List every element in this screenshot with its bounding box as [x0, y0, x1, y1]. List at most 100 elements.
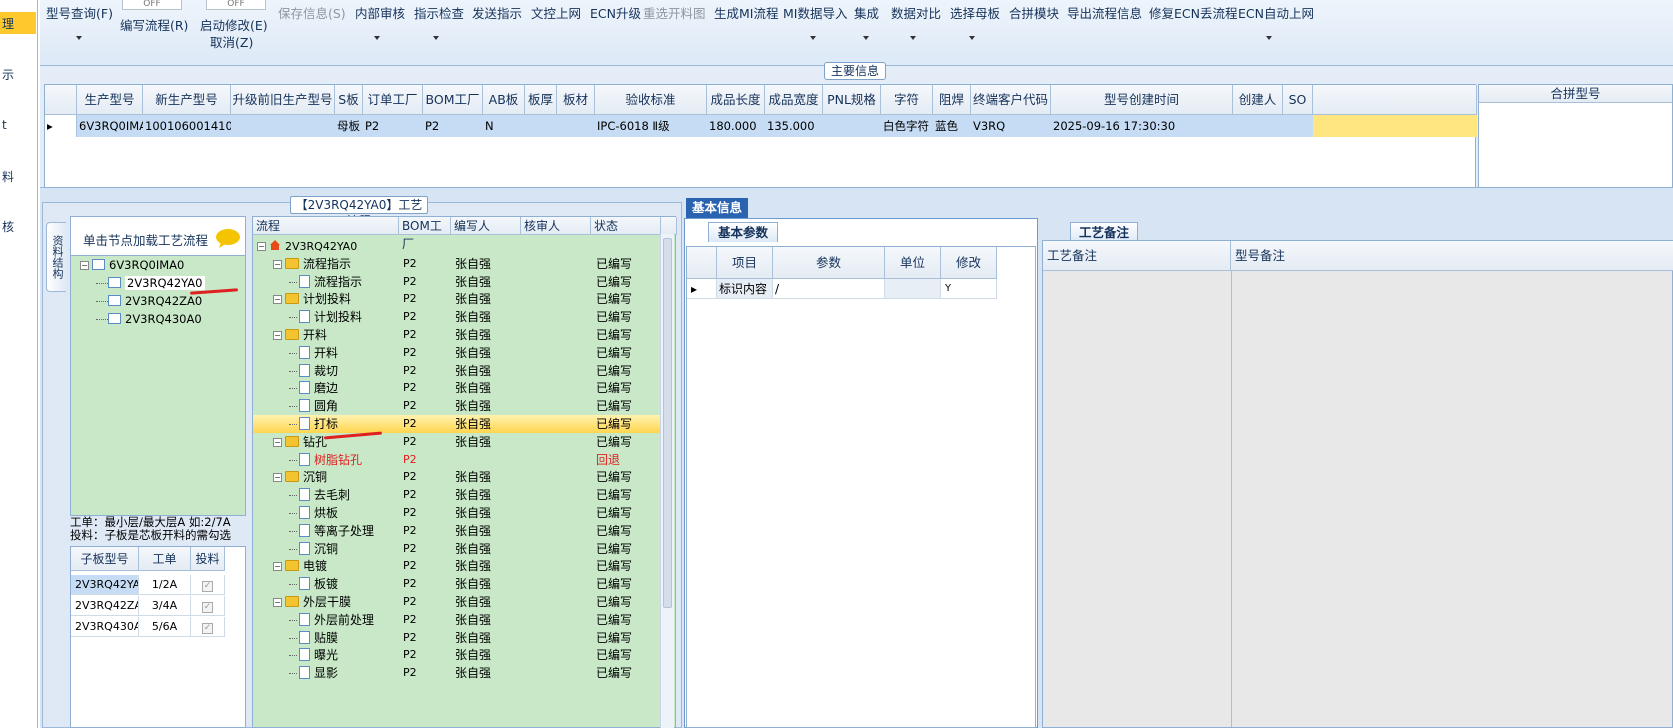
flow-row[interactable]: 烘板 P2 张自强 已编写 [253, 504, 661, 522]
flow-row[interactable]: 磨边 P2 张自强 已编写 [253, 379, 661, 397]
flow-row[interactable]: 计划投料 P2 张自强 已编写 [253, 308, 661, 326]
col-sub-model[interactable]: 子板型号 [71, 547, 139, 571]
flow-name-cell[interactable]: 裁切 [289, 362, 399, 380]
tree-node[interactable]: − 6V3RQ0IMA0 [80, 257, 184, 273]
flow-row[interactable]: 流程指示 P2 张自强 已编写 [253, 273, 661, 291]
col-16[interactable]: 终端客户代码 [971, 85, 1051, 115]
left-nav-item[interactable]: 理 [2, 15, 14, 32]
tree-node[interactable]: 2V3RQ42ZA0 [96, 293, 202, 309]
col-5[interactable]: 订单工厂 [363, 85, 423, 115]
flow-name-cell[interactable]: 显影 [289, 664, 399, 682]
flow-name-cell[interactable]: − 沉铜 [273, 468, 399, 486]
write-flow-button[interactable]: 编写流程(R) [120, 15, 188, 34]
col-7[interactable]: AB板 [483, 85, 525, 115]
toggle-start-edit[interactable]: OFF [206, 0, 266, 10]
left-nav-item[interactable]: 示 [2, 66, 14, 83]
sub-feed-cell[interactable]: ✓ [191, 575, 225, 595]
chevron-down-icon[interactable] [810, 36, 816, 40]
flow-name-cell[interactable]: 开料 [289, 344, 399, 362]
mi-data-import-button[interactable]: MI数据导入 [783, 3, 847, 22]
flow-row[interactable]: 沉铜 P2 张自强 已编写 [253, 540, 661, 558]
col-writer[interactable]: 编写人 [451, 217, 521, 235]
flow-name-cell[interactable]: − 外层干膜 [273, 593, 399, 611]
col-unit[interactable]: 单位 [885, 247, 941, 279]
merge-module-button[interactable]: 合拼模块 [1009, 3, 1059, 22]
flow-name-cell[interactable]: − 计划投料 [273, 290, 399, 308]
generate-mi-flow-button[interactable]: 生成MI流程 [714, 3, 778, 22]
flow-name-cell[interactable]: 曝光 [289, 646, 399, 664]
main-cell[interactable]: 蓝色 [933, 115, 971, 137]
sub-model-cell[interactable]: 2V3RQ42YA0 [71, 575, 139, 595]
flow-row[interactable]: 裁切 P2 张自强 已编写 [253, 362, 661, 380]
left-nav-item[interactable]: 料 [2, 168, 14, 185]
col-19[interactable]: SO [1283, 85, 1313, 115]
save-info-button[interactable]: 保存信息(S) [278, 3, 346, 22]
col-feed[interactable]: 投料 [191, 547, 225, 571]
model-query-button[interactable]: 型号查询(F) [46, 3, 113, 22]
flow-row[interactable]: − 2V3RQ42YA0 [253, 237, 661, 255]
tab-basic-params[interactable]: 基本参数 [708, 222, 778, 242]
flow-row[interactable]: 开料 P2 张自强 已编写 [253, 344, 661, 362]
tab-data-structure[interactable]: 资料结构 [46, 222, 66, 292]
flow-name-cell[interactable]: 计划投料 [289, 308, 399, 326]
scroll-thumb[interactable] [663, 238, 672, 608]
col-status[interactable]: 状态 [591, 217, 661, 235]
col-4[interactable]: S板 [335, 85, 363, 115]
sub-model-cell[interactable]: 2V3RQ42ZA0 [71, 596, 139, 616]
col-6[interactable]: BOM工厂 [423, 85, 483, 115]
main-cell[interactable]: 10010600141092 [143, 115, 231, 137]
tab-basic-info[interactable]: 基本信息 [686, 198, 748, 218]
flow-name-cell[interactable]: 流程指示 [289, 273, 399, 291]
flow-name-cell[interactable]: 去毛刺 [289, 486, 399, 504]
col-flow[interactable]: 流程 [253, 217, 399, 235]
chevron-down-icon[interactable] [910, 36, 916, 40]
flow-name-cell[interactable]: 沉铜 [289, 540, 399, 558]
flow-row[interactable]: 贴膜 P2 张自强 已编写 [253, 629, 661, 647]
ecn-upgrade-button[interactable]: ECN升级 [590, 3, 641, 22]
param-modify[interactable]: Y [941, 279, 997, 299]
instruction-check-button[interactable]: 指示检查 [414, 3, 464, 22]
col-reviewer[interactable]: 核审人 [521, 217, 591, 235]
flow-name-cell[interactable]: 圆角 [289, 397, 399, 415]
collapse-icon[interactable]: − [257, 242, 266, 251]
col-12[interactable]: 成品宽度 [765, 85, 823, 115]
flow-row[interactable]: − 流程指示 P2 张自强 已编写 [253, 255, 661, 273]
main-cell[interactable]: N [483, 115, 525, 137]
col-2[interactable]: 新生产型号 [143, 85, 231, 115]
col-param[interactable]: 参数 [773, 247, 885, 279]
export-flow-button[interactable]: 导出流程信息 [1067, 3, 1142, 22]
chevron-down-icon[interactable] [374, 36, 380, 40]
main-cell[interactable] [1283, 115, 1313, 137]
process-notes-text[interactable] [1047, 273, 1229, 723]
left-nav-item[interactable]: 核 [2, 218, 14, 235]
col-1[interactable]: 生产型号 [77, 85, 143, 115]
main-cell[interactable] [823, 115, 881, 137]
flow-row[interactable]: − 外层干膜 P2 张自强 已编写 [253, 593, 661, 611]
main-cell[interactable] [1233, 115, 1283, 137]
col-bom-factory[interactable]: BOM工厂 [399, 217, 451, 251]
tab-process-notes[interactable]: 工艺备注 [1070, 222, 1138, 242]
main-cell[interactable]: 母板 [335, 115, 363, 137]
flow-name-cell[interactable]: 烘板 [289, 504, 399, 522]
flow-row[interactable]: − 沉铜 P2 张自强 已编写 [253, 468, 661, 486]
flow-row[interactable]: − 开料 P2 张自强 已编写 [253, 326, 661, 344]
internal-review-button[interactable]: 内部审核 [355, 3, 405, 22]
checkbox-checked-icon[interactable]: ✓ [202, 581, 213, 592]
col-modify[interactable]: 修改 [941, 247, 997, 279]
flow-row[interactable]: 曝光 P2 张自强 已编写 [253, 646, 661, 664]
col-17[interactable]: 型号创建时间 [1051, 85, 1233, 115]
flow-scrollbar[interactable] [660, 234, 674, 728]
col-item[interactable]: 项目 [717, 247, 773, 279]
col-order[interactable]: 工单 [139, 547, 191, 571]
chevron-down-icon[interactable] [433, 36, 439, 40]
checkbox-checked-icon[interactable]: ✓ [202, 623, 213, 634]
flow-name-cell[interactable]: 贴膜 [289, 629, 399, 647]
main-cell[interactable] [231, 115, 335, 137]
chevron-down-icon[interactable] [76, 36, 82, 40]
sub-model-cell[interactable]: 2V3RQ430A0 [71, 617, 139, 637]
collapse-icon[interactable]: − [273, 295, 282, 305]
col-3[interactable]: 升级前旧生产型号 [231, 85, 335, 115]
main-cell[interactable]: 6V3RQ0IMA0 [77, 115, 143, 137]
tree-node[interactable]: 2V3RQ430A0 [96, 311, 202, 327]
tree-node[interactable]: 2V3RQ42YA0 [96, 275, 205, 291]
